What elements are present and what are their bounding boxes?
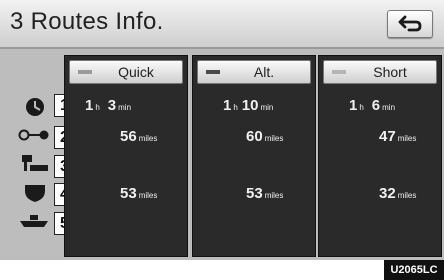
distance-value-alt: 60 miles <box>246 128 284 145</box>
freeway-value-short: 32 miles <box>379 185 417 202</box>
freeway-value-quick: 53 miles <box>120 185 158 202</box>
route-color-marker <box>206 70 220 74</box>
ferry-icon <box>20 215 48 227</box>
back-button[interactable] <box>387 10 433 38</box>
route-column-quick[interactable]: Quick 1 h 3 min 56 miles 53 miles <box>64 55 188 257</box>
routes-table: 1 2 3 4 5 Quick 1h3min 56miles 53miles <box>0 49 444 260</box>
distance-value-quick: 56 miles <box>120 128 158 145</box>
distance-value-short: 47 miles <box>379 128 417 145</box>
toll-road-icon <box>22 155 48 171</box>
route-button-short[interactable]: Short <box>323 60 437 84</box>
route-label: Alt. <box>253 64 275 80</box>
route-button-alt[interactable]: Alt. <box>197 60 311 84</box>
route-button-quick[interactable]: Quick <box>69 60 183 84</box>
route-info-screen: 3 Routes Info. 1 2 3 4 5 <box>0 0 444 260</box>
time-value-quick: 1 h 3 min <box>85 97 132 114</box>
return-arrow-icon <box>398 15 422 32</box>
route-color-marker <box>332 70 346 74</box>
freeway-value-alt: 53 miles <box>246 185 284 202</box>
clock-icon <box>26 98 44 116</box>
route-label: Quick <box>118 64 154 80</box>
figure-code: U2065LC <box>384 260 444 280</box>
time-value-short: 1 h 6 min <box>349 97 396 114</box>
freeway-shield-icon <box>25 185 45 202</box>
route-label: Short <box>373 64 407 80</box>
header-bar: 3 Routes Info. <box>0 0 444 49</box>
distance-icon <box>18 129 49 141</box>
page-title: 3 Routes Info. <box>10 8 164 35</box>
route-column-short[interactable]: Short 1 h 6 min 47 miles 32 miles <box>318 55 442 257</box>
route-column-alt[interactable]: Alt. 1 h 10 min 60 miles 53 miles <box>192 55 316 257</box>
route-color-marker <box>78 70 92 74</box>
time-value-alt: 1 h 10 min <box>223 97 274 114</box>
